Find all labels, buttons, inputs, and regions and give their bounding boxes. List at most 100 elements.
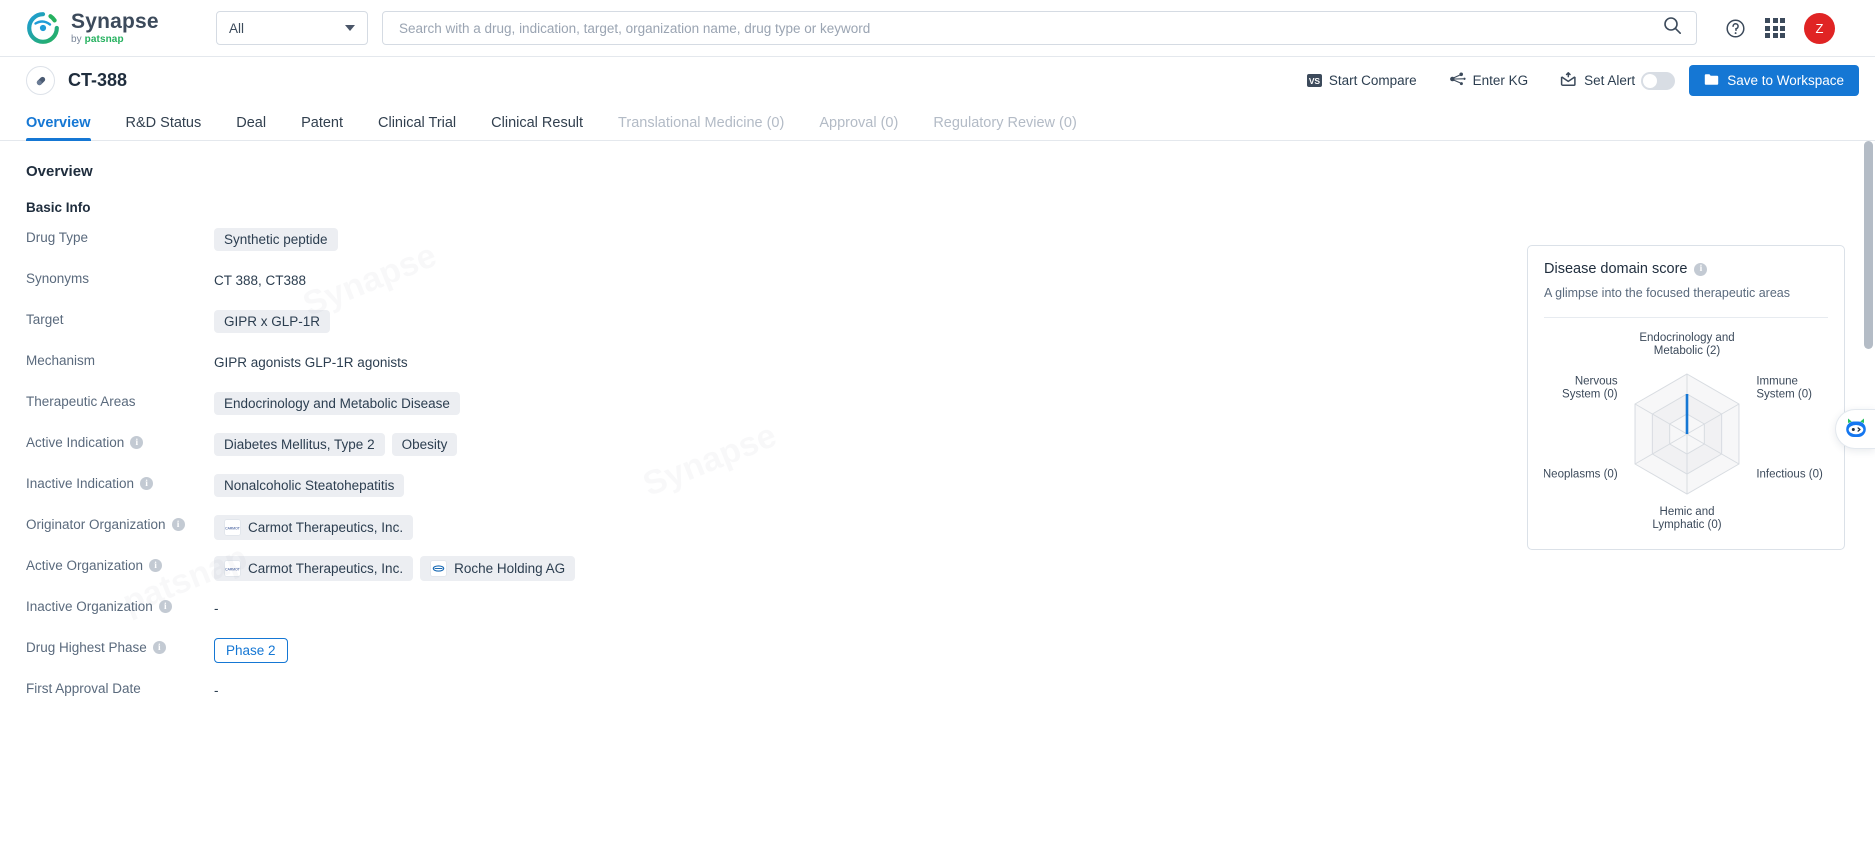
synonyms-text: CT 388, CT388: [214, 273, 307, 288]
tab-rd-status[interactable]: R&D Status: [126, 115, 202, 140]
info-circle-icon[interactable]: i: [140, 477, 154, 490]
svg-text:NervousSystem (0): Nervous System (0): [1562, 376, 1618, 401]
carmot-logo-icon: CARMOT: [224, 519, 241, 536]
brand-tagline: by patsnap: [71, 34, 124, 45]
top-navigation-bar: Synapse by patsnap All Z: [0, 0, 1875, 57]
info-circle-icon[interactable]: i: [149, 559, 163, 572]
brand-logo[interactable]: Synapse by patsnap: [26, 11, 186, 45]
vs-badge-icon: VS: [1306, 74, 1322, 87]
tag-chip[interactable]: Obesity: [391, 433, 458, 456]
section-title: Overview: [26, 163, 93, 180]
search-icon[interactable]: [1663, 16, 1682, 40]
field-value: CARMOT Carmot Therapeutics, Inc.: [214, 514, 414, 540]
radar-chart: Endocrinology and Metabolic (2) Immune Syst…: [1543, 317, 1828, 539]
tab-clinical-result[interactable]: Clinical Result: [491, 115, 583, 140]
field-label: Drug Type: [26, 230, 89, 245]
organization-chip[interactable]: CARMOT Carmot Therapeutics, Inc.: [214, 556, 414, 581]
page-title: CT-388: [68, 70, 128, 90]
drug-actions: VS Start Compare Enter KG Set Alert Save…: [1291, 65, 1859, 96]
alert-toggle-switch[interactable]: [1641, 71, 1676, 90]
field-value: Endocrinology and Metabolic Disease: [214, 391, 460, 415]
tab-approval[interactable]: Approval (0): [819, 115, 898, 140]
field-label: Inactive Indication i: [26, 473, 214, 491]
mechanism-text: GIPR agonists GLP-1R agonists: [214, 355, 408, 370]
drug-header-bar: CT-388 VS Start Compare Enter KG Set Ale…: [0, 57, 1875, 104]
organization-name: Roche Holding AG: [454, 561, 566, 576]
search-scope-value: All: [229, 20, 245, 36]
phase-badge[interactable]: Phase 2: [214, 638, 288, 663]
search-scope-dropdown[interactable]: All: [216, 11, 368, 45]
svg-text:CARMOT: CARMOT: [225, 526, 240, 530]
set-alert-button[interactable]: Set Alert: [1544, 71, 1636, 90]
info-circle-icon[interactable]: i: [171, 518, 185, 531]
field-value: GIPR x GLP-1R: [214, 309, 331, 333]
svg-text:Hemic andLymphatic (0): Hemic and Lymphatic (0): [1652, 506, 1721, 531]
field-label: Active Indication i: [26, 432, 214, 450]
field-label: Inactive Organization i: [26, 596, 214, 614]
global-search-box[interactable]: [382, 11, 1697, 45]
tab-deal[interactable]: Deal: [236, 115, 266, 140]
tag-chip[interactable]: Synthetic peptide: [214, 228, 338, 251]
tab-overview[interactable]: Overview: [26, 115, 91, 141]
search-input[interactable]: [399, 20, 1663, 36]
carmot-logo-icon: CARMOT: [224, 560, 241, 577]
scrollbar-thumb[interactable]: [1864, 141, 1873, 349]
field-row: Inactive Organization i -: [26, 596, 1849, 637]
field-value: GIPR agonists GLP-1R agonists: [214, 350, 408, 370]
bell-mail-icon: [1560, 71, 1577, 90]
start-compare-button[interactable]: VS Start Compare: [1291, 73, 1433, 88]
info-circle-icon[interactable]: i: [152, 641, 166, 654]
tag-chip[interactable]: Diabetes Mellitus, Type 2: [214, 433, 385, 456]
field-row: Active Organization i CARMOT Carmot Ther…: [26, 555, 1849, 596]
field-row: Drug Highest Phase i Phase 2: [26, 637, 1849, 678]
field-label: Mechanism: [26, 353, 96, 368]
topbar-actions: Z: [1725, 12, 1835, 44]
vertical-scrollbar[interactable]: [1864, 141, 1873, 850]
field-value: Nonalcoholic Steatohepatitis: [214, 473, 405, 497]
tag-chip[interactable]: GIPR x GLP-1R: [214, 310, 331, 333]
organization-chip[interactable]: Roche Holding AG: [420, 556, 576, 581]
brand-name: Synapse: [71, 10, 159, 33]
help-icon[interactable]: [1725, 18, 1746, 39]
organization-name: Carmot Therapeutics, Inc.: [248, 561, 404, 576]
radar-card-title: Disease domain score: [1544, 261, 1688, 277]
enter-kg-button[interactable]: Enter KG: [1433, 71, 1545, 90]
save-to-workspace-label: Save to Workspace: [1727, 73, 1844, 88]
apps-grid-icon[interactable]: [1765, 18, 1785, 38]
info-circle-icon[interactable]: i: [130, 436, 144, 449]
tag-chip[interactable]: Nonalcoholic Steatohepatitis: [214, 474, 405, 497]
field-value: -: [214, 678, 219, 698]
tab-regulatory-review[interactable]: Regulatory Review (0): [933, 115, 1076, 140]
set-alert-label: Set Alert: [1584, 73, 1636, 88]
svg-text:Neoplasms (0): Neoplasms (0): [1544, 469, 1618, 481]
field-label: Therapeutic Areas: [26, 394, 136, 409]
start-compare-label: Start Compare: [1328, 73, 1417, 88]
tag-chip[interactable]: Endocrinology and Metabolic Disease: [214, 392, 460, 415]
tab-clinical-trial[interactable]: Clinical Trial: [378, 115, 456, 140]
subsection-title: Basic Info: [26, 200, 91, 215]
field-value: Diabetes Mellitus, Type 2 Obesity: [214, 432, 458, 456]
radar-card-description: A glimpse into the focused therapeutic a…: [1544, 286, 1790, 300]
user-avatar[interactable]: Z: [1804, 12, 1835, 44]
info-circle-icon[interactable]: i: [1694, 262, 1708, 276]
field-value: Synthetic peptide: [214, 227, 338, 251]
knowledge-graph-icon: [1449, 71, 1466, 90]
field-row: First Approval Date -: [26, 678, 1849, 719]
chevron-down-icon: [345, 25, 355, 31]
disease-domain-score-card: Disease domain score i A glimpse into th…: [1527, 245, 1845, 550]
empty-value: -: [214, 683, 219, 698]
save-to-workspace-button[interactable]: Save to Workspace: [1689, 65, 1859, 96]
overview-content: Synapse Synapse patsnap Overview Basic I…: [0, 141, 1875, 850]
field-value: -: [214, 596, 219, 616]
organization-chip[interactable]: CARMOT Carmot Therapeutics, Inc.: [214, 515, 414, 540]
empty-value: -: [214, 601, 219, 616]
svg-text:Endocrinology andMetabolic (2): Endocrinology and Metabolic (2): [1639, 332, 1734, 357]
svg-text:Infectious (0): Infectious (0): [1756, 469, 1823, 481]
radar-card-header: Disease domain score i: [1544, 261, 1828, 277]
tab-patent[interactable]: Patent: [301, 115, 343, 140]
info-circle-icon[interactable]: i: [158, 600, 172, 613]
svg-text:ImmuneSystem (0): Immune System (0): [1756, 376, 1812, 401]
tab-translational-medicine[interactable]: Translational Medicine (0): [618, 115, 784, 140]
pill-capsule-icon: [26, 66, 55, 95]
field-value: CARMOT Carmot Therapeutics, Inc. Roche H…: [214, 555, 576, 581]
